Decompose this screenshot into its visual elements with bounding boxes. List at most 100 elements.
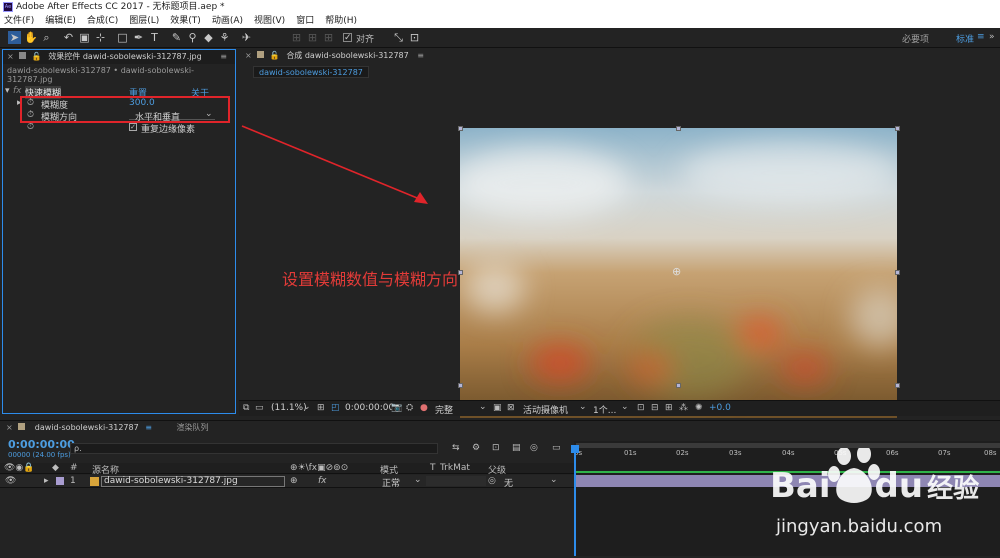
zoom-select[interactable]: (11.1%) bbox=[271, 403, 307, 413]
graph-editor-icon[interactable]: ▭ bbox=[552, 443, 561, 453]
fx-icon[interactable]: fx bbox=[13, 86, 22, 96]
camera-tool-icon[interactable]: ▣ bbox=[78, 31, 91, 44]
composition-subtab[interactable]: dawid-sobolewski-312787 bbox=[253, 66, 369, 78]
menu-item-animation[interactable]: 动画(A) bbox=[212, 14, 243, 28]
close-icon[interactable]: × bbox=[6, 423, 13, 432]
transform-handle[interactable] bbox=[676, 383, 681, 388]
show-snapshot-icon[interactable]: ⛭ bbox=[406, 403, 413, 413]
panel-options-icon[interactable]: ≡ bbox=[220, 50, 227, 64]
pen-tool-icon[interactable]: ✒ bbox=[132, 31, 145, 44]
toggle-pixel-aspect-icon[interactable]: ⊡ bbox=[637, 403, 645, 413]
rotate-tool-icon[interactable]: ↶ bbox=[62, 31, 75, 44]
current-time-display[interactable]: 0:00:00:00 bbox=[345, 403, 394, 413]
chevron-down-icon[interactable]: ⌄ bbox=[414, 475, 422, 485]
transform-handle[interactable] bbox=[458, 126, 463, 131]
composition-tab[interactable]: × 🔓 合成 dawid-sobolewski-312787 ≡ bbox=[239, 49, 1000, 63]
selection-tool-icon[interactable]: ➤ bbox=[8, 31, 21, 44]
grid-icon[interactable]: ⊞ bbox=[317, 403, 325, 413]
effect-controls-tab[interactable]: × 🔓 效果控件 dawid-sobolewski-312787.jpg ≡ bbox=[3, 50, 235, 64]
clone-stamp-tool-icon[interactable]: ⚲ bbox=[186, 31, 199, 44]
close-icon[interactable]: × bbox=[245, 51, 252, 60]
parent-pickwhip-icon[interactable]: ◎ bbox=[488, 476, 496, 486]
axis-world-icon[interactable]: ⊞ bbox=[306, 31, 319, 44]
menu-item-window[interactable]: 窗口 bbox=[296, 14, 314, 28]
panel-options-icon[interactable]: ≡ bbox=[145, 423, 152, 432]
views-select[interactable]: 1个... bbox=[593, 403, 616, 416]
layer-expand-icon[interactable]: ▸ bbox=[44, 476, 49, 486]
menu-item-file[interactable]: 文件(F) bbox=[4, 14, 34, 28]
roto-brush-tool-icon[interactable]: ⚘ bbox=[218, 31, 231, 44]
chevron-down-icon[interactable]: ⌄ bbox=[621, 402, 629, 412]
chevron-down-icon[interactable]: ⌄ bbox=[550, 475, 558, 485]
workspace-standard[interactable]: 标准 bbox=[956, 32, 974, 45]
flowchart-icon[interactable]: ⁂ bbox=[679, 403, 688, 413]
repeat-edge-checkbox[interactable]: ✓ bbox=[129, 123, 137, 131]
transform-handle[interactable] bbox=[458, 383, 463, 388]
menu-item-effect[interactable]: 效果(T) bbox=[170, 14, 201, 28]
brush-tool-icon[interactable]: ✎ bbox=[170, 31, 183, 44]
video-toggle-icon[interactable]: 👁 bbox=[5, 476, 16, 486]
chevron-down-icon[interactable]: ⌄ bbox=[303, 402, 311, 412]
workspace-more-icon[interactable]: » bbox=[989, 32, 995, 42]
hand-tool-icon[interactable]: ✋ bbox=[24, 31, 38, 44]
resolution-select[interactable]: 完整 bbox=[435, 403, 453, 416]
fx-switch-icon[interactable]: fx bbox=[318, 476, 327, 486]
menu-item-composition[interactable]: 合成(C) bbox=[87, 14, 118, 28]
stopwatch-icon[interactable]: ⏱ bbox=[27, 122, 34, 132]
transform-handle[interactable] bbox=[458, 270, 463, 275]
menu-item-edit[interactable]: 编辑(E) bbox=[45, 14, 76, 28]
render-queue-tab[interactable]: 渲染队列 bbox=[176, 423, 208, 432]
transform-handle[interactable] bbox=[895, 383, 900, 388]
layer-parent-select[interactable]: 无 bbox=[504, 476, 513, 489]
close-icon[interactable]: × bbox=[7, 52, 14, 61]
reset-exposure-icon[interactable]: ✺ bbox=[695, 403, 703, 413]
frame-blending-icon[interactable]: ▤ bbox=[512, 443, 521, 453]
current-time-indicator[interactable] bbox=[574, 445, 576, 556]
lock-icon[interactable]: 🔓 bbox=[270, 51, 280, 60]
axis-local-icon[interactable]: ⊞ bbox=[290, 31, 303, 44]
type-tool-icon[interactable]: T bbox=[148, 31, 161, 44]
exposure-value[interactable]: +0.0 bbox=[709, 403, 731, 413]
menu-item-view[interactable]: 视图(V) bbox=[254, 14, 285, 28]
transparency-grid-icon[interactable]: ⊠ bbox=[507, 403, 515, 413]
menu-item-help[interactable]: 帮助(H) bbox=[325, 14, 357, 28]
panel-menu-icon[interactable] bbox=[19, 52, 27, 59]
axis-view-icon[interactable]: ⊞ bbox=[322, 31, 335, 44]
transform-handle[interactable] bbox=[676, 126, 681, 131]
track-matte-select[interactable] bbox=[426, 476, 486, 486]
fast-preview-icon[interactable]: ⊟ bbox=[651, 403, 659, 413]
layer-name[interactable]: dawid-sobolewski-312787.jpg bbox=[101, 476, 285, 487]
timeline-current-time[interactable]: 0:00:00:00 bbox=[8, 438, 75, 451]
workspace-essentials[interactable]: 必要项 bbox=[902, 32, 929, 45]
draft-3d-icon[interactable]: ⚙ bbox=[472, 443, 480, 453]
timeline-layer-row[interactable]: 👁 ▸ 1 dawid-sobolewski-312787.jpg ⊕ fx 正… bbox=[0, 475, 574, 489]
snapshot-icon[interactable]: 📷 bbox=[391, 403, 402, 413]
mask-visibility-icon[interactable]: ◰ bbox=[331, 403, 340, 413]
snap-checkbox[interactable]: ✓ bbox=[343, 33, 352, 43]
pan-behind-tool-icon[interactable]: ⊹ bbox=[94, 31, 107, 44]
layer-label-color[interactable] bbox=[56, 477, 64, 485]
snap-option-icon[interactable]: ⤡ bbox=[392, 31, 405, 44]
transform-handle[interactable] bbox=[895, 126, 900, 131]
transform-handle[interactable] bbox=[895, 270, 900, 275]
channel-icon[interactable]: ● bbox=[420, 403, 428, 413]
timeline-comp-tab[interactable]: dawid-sobolewski-312787 bbox=[35, 423, 139, 432]
timeline-icon[interactable]: ⊞ bbox=[665, 403, 673, 413]
zoom-tool-icon[interactable]: ⌕ bbox=[40, 31, 53, 44]
panel-options-icon[interactable]: ≡ bbox=[417, 51, 424, 60]
monitor-icon[interactable]: ▭ bbox=[255, 403, 264, 413]
motion-blur-icon[interactable]: ◎ bbox=[530, 443, 538, 453]
menu-item-layer[interactable]: 图层(L) bbox=[129, 14, 159, 28]
comp-mini-flowchart-icon[interactable]: ⇆ bbox=[452, 443, 460, 453]
snap-target-icon[interactable]: ⊡ bbox=[408, 31, 421, 44]
chevron-down-icon[interactable]: ⌄ bbox=[479, 402, 487, 412]
hide-shy-icon[interactable]: ⊡ bbox=[492, 443, 500, 453]
region-of-interest-icon[interactable]: ▣ bbox=[493, 403, 502, 413]
chevron-down-icon[interactable]: ⌄ bbox=[579, 402, 587, 412]
camera-select[interactable]: 活动摄像机 bbox=[523, 403, 568, 416]
timeline-search-input[interactable]: ρ. bbox=[70, 443, 438, 454]
always-preview-icon[interactable]: ⧉ bbox=[243, 403, 249, 413]
workspace-menu-icon[interactable]: ≡ bbox=[977, 32, 985, 42]
effect-expand-icon[interactable]: ▾ bbox=[5, 86, 10, 96]
anchor-point-icon[interactable]: ⊕ bbox=[672, 265, 681, 278]
